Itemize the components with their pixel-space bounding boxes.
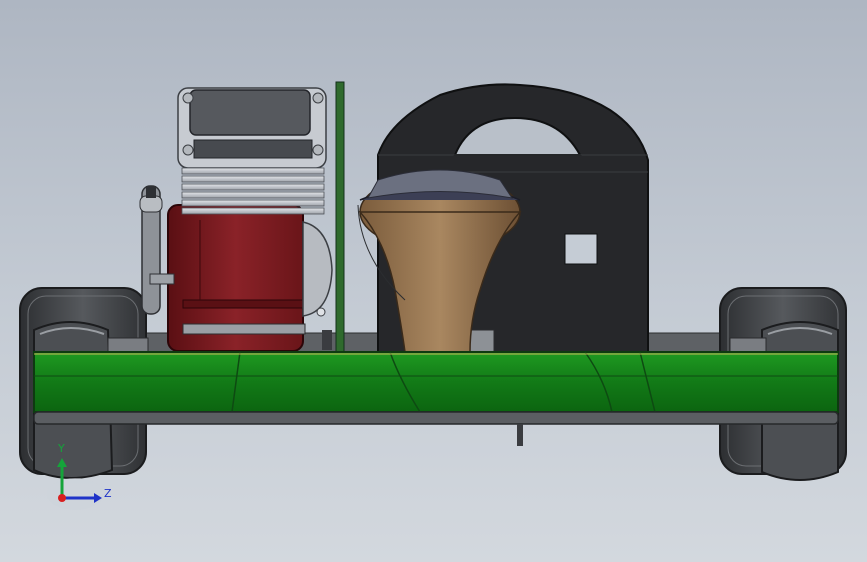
triad-y-label: Y — [58, 442, 65, 455]
cad-viewport[interactable]: Y Z — [0, 0, 867, 562]
firewall-plate[interactable] — [335, 81, 345, 353]
triad-origin-x — [58, 494, 66, 502]
triad-z-label: Z — [104, 487, 112, 500]
kart-model-view[interactable] — [0, 0, 867, 562]
side-pod-panel[interactable] — [33, 351, 839, 413]
engine-block[interactable] — [167, 204, 306, 352]
brake-tab — [517, 424, 523, 446]
right-hub — [729, 337, 767, 353]
engine-cylinder-head[interactable] — [177, 87, 327, 169]
left-hub — [107, 337, 149, 353]
seat-cutout — [564, 233, 598, 265]
engine-side-cover[interactable] — [302, 221, 333, 350]
chassis-rail[interactable] — [33, 411, 839, 425]
